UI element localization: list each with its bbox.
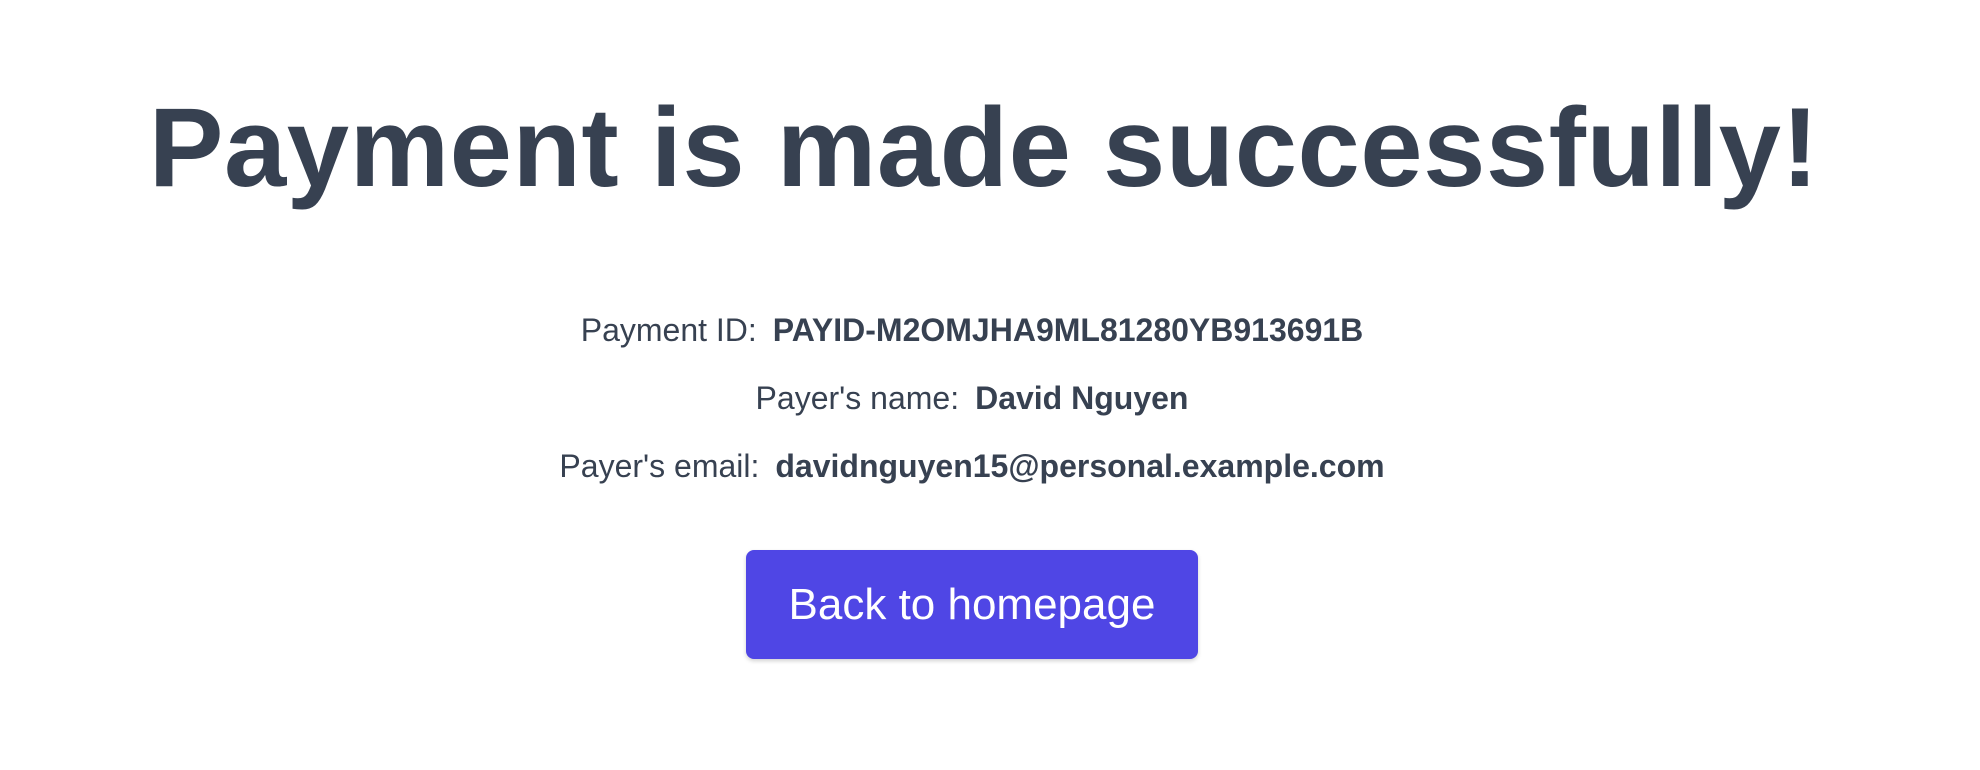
payer-email-value: davidnguyen15@personal.example.com (775, 448, 1385, 484)
payer-name-label: Payer's name: (755, 380, 960, 416)
payment-id-row: Payment ID: PAYID-M2OMJHA9ML81280YB913691… (0, 302, 1944, 370)
page-title: Payment is made successfully! (148, 85, 1820, 210)
payment-id-label: Payment ID: (580, 312, 757, 348)
payer-name-value: David Nguyen (975, 380, 1189, 416)
back-to-homepage-button[interactable]: Back to homepage (746, 550, 1198, 659)
payer-name-row: Payer's name: David Nguyen (0, 370, 1944, 438)
payer-email-row: Payer's email: davidnguyen15@personal.exa… (0, 438, 1944, 506)
payment-success-page: Payment is made successfully! Payment ID… (0, 0, 1980, 770)
payment-id-value: PAYID-M2OMJHA9ML81280YB913691B (772, 312, 1364, 348)
payer-email-label: Payer's email: (559, 448, 760, 484)
payment-details: Payment ID: PAYID-M2OMJHA9ML81280YB913691… (0, 302, 1944, 506)
